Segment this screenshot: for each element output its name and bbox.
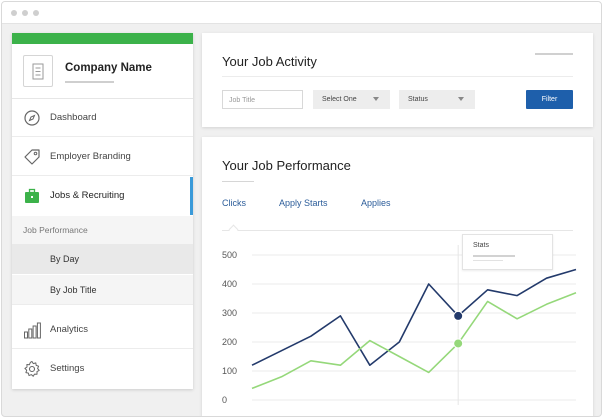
briefcase-icon xyxy=(23,187,41,205)
job-activity-panel: Your Job Activity Job Title Select One S… xyxy=(202,33,593,127)
sidebar: Company Name Dashboard Employer Branding xyxy=(12,33,193,389)
chevron-down-icon xyxy=(373,97,379,101)
y-tick-label: 400 xyxy=(222,279,237,289)
dropdown-value: Select One xyxy=(322,96,357,103)
building-icon xyxy=(23,55,53,87)
window-titlebar xyxy=(2,2,601,24)
submenu-item-label: By Day xyxy=(50,254,80,264)
sidebar-item-settings[interactable]: Settings xyxy=(12,350,193,388)
status-dropdown[interactable]: Status xyxy=(399,90,475,109)
divider xyxy=(222,76,573,77)
y-tick-label: 300 xyxy=(222,308,237,318)
gear-icon xyxy=(23,360,41,378)
sidebar-item-label: Employer Branding xyxy=(50,151,131,162)
sidebar-item-analytics[interactable]: Analytics xyxy=(12,311,193,349)
submenu-item-by-day[interactable]: By Day xyxy=(12,244,193,274)
job-title-input[interactable]: Job Title xyxy=(222,90,303,109)
filter-button[interactable]: Filter xyxy=(526,90,573,109)
select-one-dropdown[interactable]: Select One xyxy=(313,90,390,109)
sidebar-item-employer-branding[interactable]: Employer Branding xyxy=(12,138,193,176)
window-dot-icon[interactable] xyxy=(11,10,17,16)
company-name: Company Name xyxy=(65,62,152,74)
page-title: Your Job Activity xyxy=(222,54,317,69)
performance-chart: 0 100 200 300 400 500 xyxy=(222,245,577,405)
stats-tooltip: Stats xyxy=(462,234,553,270)
submenu-item-by-job-title[interactable]: By Job Title xyxy=(12,275,193,305)
sidebar-item-label: Analytics xyxy=(50,324,89,335)
submenu-header-label: Job Performance xyxy=(23,225,88,235)
highlight-point-1 xyxy=(453,310,464,321)
active-indicator xyxy=(190,177,193,215)
company-header[interactable]: Company Name xyxy=(12,44,193,99)
dropdown-value: Status xyxy=(408,96,428,103)
tooltip-title: Stats xyxy=(473,242,489,249)
sidebar-item-label: Jobs & Recruiting xyxy=(50,190,125,201)
highlight-point-2 xyxy=(453,338,464,349)
submenu-item-label: By Job Title xyxy=(50,285,97,295)
browser-window: Company Name Dashboard Employer Branding xyxy=(1,1,602,417)
tooltip-placeholder-line xyxy=(473,260,503,261)
window-dot-icon[interactable] xyxy=(33,10,39,16)
sidebar-item-dashboard[interactable]: Dashboard xyxy=(12,99,193,137)
y-tick-label: 0 xyxy=(222,395,227,405)
y-tick-label: 100 xyxy=(222,366,237,376)
sidebar-item-label: Settings xyxy=(50,363,85,374)
tag-icon xyxy=(23,148,41,166)
chevron-down-icon xyxy=(458,97,464,101)
job-title-placeholder: Job Title xyxy=(229,97,256,104)
submenu-header: Job Performance xyxy=(12,216,193,244)
bar-chart-icon xyxy=(23,321,41,339)
y-tick-label: 500 xyxy=(222,250,237,260)
y-tick-label: 200 xyxy=(222,337,237,347)
panel-menu-icon[interactable] xyxy=(535,53,573,55)
sidebar-item-label: Dashboard xyxy=(50,112,97,123)
sidebar-item-jobs-recruiting[interactable]: Jobs & Recruiting xyxy=(12,177,193,215)
job-performance-panel: Your Job Performance Clicks Apply Starts… xyxy=(202,137,593,416)
window-dot-icon[interactable] xyxy=(22,10,28,16)
sidebar-accent-bar xyxy=(12,33,193,44)
compass-icon xyxy=(23,109,41,127)
company-subtitle-placeholder xyxy=(65,81,114,83)
tooltip-placeholder-line xyxy=(473,255,515,257)
